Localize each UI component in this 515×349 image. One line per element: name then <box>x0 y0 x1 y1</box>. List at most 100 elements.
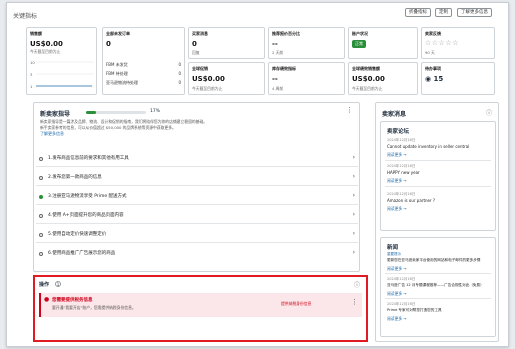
dashboard-window: 关键指标 折叠指标 定制 了解更多信息 销售额 US$0.00 今天截至目前为止… <box>6 2 509 347</box>
chart-tick: 1 <box>30 84 33 89</box>
metric-value: -- <box>272 40 278 48</box>
metric-sub: 今天截至目前为止 <box>192 86 223 91</box>
globe-icon: ◉ <box>425 75 432 83</box>
chevron-right-icon: › <box>352 249 355 256</box>
actions-title: 操作 <box>39 282 50 288</box>
chart-tick: 3 <box>30 72 33 77</box>
info-icon[interactable]: ⓘ <box>486 108 492 117</box>
read-more-link[interactable]: 阅读更多 → <box>387 291 407 297</box>
step-label: 6.使用商品推广广告展示您的商品 <box>48 251 116 256</box>
post-tag: 重要提示 <box>387 252 401 256</box>
sales-mini-chart <box>36 61 94 87</box>
seller-news-panel: 卖家消息 ⓘ 卖家论坛 2024年12月16日 Cannot update in… <box>375 102 499 342</box>
guide-step[interactable]: 5.使用自动定价快速调整定价 › <box>36 227 358 243</box>
metric-sub: 4 周前 <box>272 86 284 91</box>
guide-step[interactable]: 2.发布您第一款商品的信息 › <box>36 170 358 186</box>
orders-row-value: 0 <box>178 71 181 76</box>
metric-sub: 90 天 <box>425 50 435 55</box>
chevron-right-icon: › <box>352 173 355 180</box>
step-label: 3.注册亚马逊物流享受 Prime 配送方式 <box>48 194 127 199</box>
rating-stars-icon: ☆☆☆☆☆ <box>425 39 459 47</box>
metric-sales[interactable]: 销售额 US$0.00 今天截至目前为止 10 3 1 <box>26 27 97 95</box>
more-options-icon[interactable]: ⋮ <box>351 298 358 306</box>
learn-more-button[interactable]: 了解更多信息 <box>457 8 492 17</box>
step-status-icon <box>39 233 43 237</box>
post-title[interactable]: Amazon is our partner ? <box>387 198 435 203</box>
guide-step[interactable]: 3.注册亚马逊物流享受 Prime 配送方式 › <box>36 189 358 205</box>
page-title: 关键指标 <box>13 13 38 20</box>
guide-step[interactable]: 4.使用 A+页面提升您的商品页面内容 › <box>36 208 358 224</box>
post-date: 2024年12月16日 <box>387 302 416 306</box>
metric-value: US$0.00 <box>192 75 225 83</box>
guide-progress-fill <box>86 111 97 114</box>
provide-tax-info-link[interactable]: 提供纳税身份信息 <box>281 301 311 307</box>
metric-sub: 今天截至目前为止 <box>352 86 383 91</box>
chevron-right-icon: › <box>352 154 355 161</box>
orders-row-value: 0 <box>178 80 181 85</box>
read-more-link[interactable]: 阅读更多 → <box>387 266 407 272</box>
step-status-icon <box>39 176 43 180</box>
metric-global-promotions[interactable]: 全球促销 US$0.00 今天截至目前为止 <box>188 62 265 95</box>
news-card: 新闻 重要提示 更新您在亚马逊卖家平台使用的网站和电子邮件的更多步骤 阅读更多 … <box>380 237 496 337</box>
metric-value: US$0.00 <box>30 40 63 48</box>
divider <box>385 160 491 161</box>
metric-seller-feedback[interactable]: 卖家反馈 ☆☆☆☆☆ 90 天 <box>421 27 495 59</box>
forum-title: 卖家论坛 <box>387 129 410 135</box>
learn-more-link[interactable]: 了解更多信息 <box>40 131 64 137</box>
step-label: 4.使用 A+页面提升您的商品页面内容 <box>48 213 124 218</box>
info-icon[interactable]: ⓘ <box>354 280 360 289</box>
guide-step[interactable]: 6.使用商品推广广告展示您的商品 › <box>36 246 358 262</box>
tax-alert[interactable]: ● 您需要提供税务信息 要开通“我要开店”账户，您需提供纳税身份信息。 提供纳税… <box>39 293 362 317</box>
guide-title: 新卖家指导 <box>40 111 71 118</box>
metric-featured-offer[interactable]: 推荐报价百分比 -- 2 天前 <box>268 27 345 59</box>
step-label: 2.发布您第一款商品的信息 <box>48 175 102 180</box>
post-title[interactable]: 更新您在亚马逊卖家平台使用的网站和电子邮件的更多步骤 <box>387 258 480 263</box>
collapse-metrics-button[interactable]: 折叠指标 <box>405 8 431 17</box>
read-more-link[interactable]: 阅读更多 → <box>387 178 407 184</box>
metric-title: 全球绩效销售额 <box>352 66 380 71</box>
read-more-link[interactable]: 阅读更多 → <box>387 206 407 212</box>
post-title[interactable]: Prime 专家可对帮您打造您的工具 <box>387 308 442 313</box>
metric-sub: 今天截至目前为止 <box>30 49 61 54</box>
news-section-title: 新闻 <box>387 245 399 251</box>
step-complete-icon <box>39 195 43 199</box>
metric-account-health[interactable]: 账户状况 正常 <box>348 27 418 59</box>
todo-count: ◉ 15 <box>425 75 443 83</box>
metric-title: 卖家反馈 <box>425 31 441 36</box>
read-more-link[interactable]: 阅读更多 → <box>387 316 407 322</box>
metric-title: 待办事项 <box>425 66 441 71</box>
chevron-right-icon: › <box>352 211 355 218</box>
metric-value: -- <box>272 75 278 83</box>
read-more-link[interactable]: 阅读更多 → <box>387 152 407 158</box>
guide-step[interactable]: 1.发布商品信息前的要求和其他有用工具 › <box>36 151 358 167</box>
step-label: 1.发布商品信息前的要求和其他有用工具 <box>48 156 129 161</box>
more-options-icon[interactable]: ⋮ <box>346 106 353 114</box>
divider <box>385 273 491 274</box>
metric-buyer-messages[interactable]: 买家消息 0 回复 <box>188 27 265 59</box>
news-title: 卖家消息 <box>382 111 407 118</box>
post-date: 2024年12月16日 <box>387 277 416 281</box>
post-title[interactable]: HAPPY new year <box>387 170 420 175</box>
metric-title: 账户状况 <box>352 31 368 36</box>
metric-title: 销售额 <box>30 31 42 36</box>
post-title[interactable]: 亚马逊广告 12 月专题课程推荐——广告合规性对此（免费） <box>387 283 484 288</box>
customize-button[interactable]: 定制 <box>435 8 452 17</box>
divider <box>385 298 491 299</box>
chart-tick: 10 <box>30 60 35 65</box>
metric-title: 推荐报价百分比 <box>272 31 300 36</box>
metric-title: 全球促销 <box>192 66 208 71</box>
metric-sub: 回复 <box>192 50 200 55</box>
metric-title: 库存绩效指标 <box>272 66 296 71</box>
divider <box>385 186 491 187</box>
post-title[interactable]: Cannot update inventory in seller centra… <box>387 144 469 149</box>
metric-value: 0 <box>192 40 197 48</box>
step-status-icon <box>39 157 43 161</box>
guide-progress-bar <box>86 111 146 114</box>
actions-panel: 操作 1 ⓘ ● 您需要提供税务信息 要开通“我要开店”账户，您需提供纳税身份信… <box>33 275 368 342</box>
metric-title: 买家消息 <box>192 31 208 36</box>
metric-todo[interactable]: 待办事项 ◉ 15 <box>421 62 495 95</box>
metric-inventory-performance[interactable]: 库存绩效指标 -- 4 周前 <box>268 62 345 95</box>
metric-open-orders[interactable]: 全部未发订单 0 FBM 未发货 0 FBM 待处理 0 亚马逊物流待处理 0 <box>102 27 185 95</box>
seller-forum-card: 卖家论坛 2024年12月16日 Cannot update inventory… <box>380 121 496 231</box>
metric-global-sales[interactable]: 全球绩效销售额 US$0.00 今天截至目前为止 <box>348 62 418 95</box>
